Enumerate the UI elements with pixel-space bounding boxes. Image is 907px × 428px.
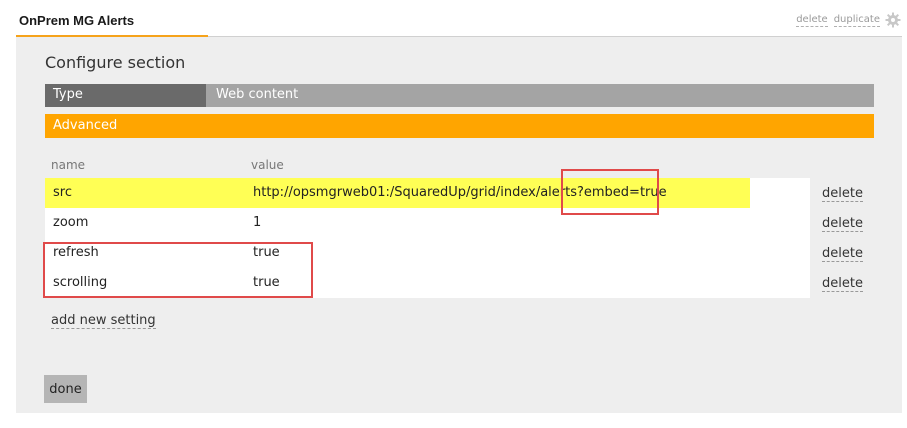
- title-tab: OnPrem MG Alerts: [16, 0, 208, 37]
- setting-row-scrolling: scrolling true: [45, 268, 810, 298]
- add-new-setting-link[interactable]: add new setting: [51, 313, 156, 329]
- setting-name[interactable]: zoom: [53, 215, 88, 230]
- delete-setting-refresh-link[interactable]: delete: [822, 246, 863, 262]
- configure-title: Configure section: [45, 53, 186, 72]
- type-value: Web content: [216, 87, 299, 102]
- setting-value[interactable]: true: [253, 245, 280, 260]
- type-label: Type: [45, 84, 206, 107]
- setting-name[interactable]: scrolling: [53, 275, 107, 290]
- delete-setting-zoom-link[interactable]: delete: [822, 216, 863, 232]
- header-actions: delete duplicate: [796, 14, 880, 27]
- type-row[interactable]: Type Web content: [45, 84, 874, 107]
- setting-row-zoom: zoom 1: [45, 208, 810, 238]
- section-header: OnPrem MG Alerts delete duplicate: [16, 0, 902, 37]
- delete-setting-src-link[interactable]: delete: [822, 186, 863, 202]
- configure-panel: Configure section Type Web content Advan…: [16, 37, 902, 413]
- column-header-value: value: [251, 158, 284, 172]
- column-header-name: name: [51, 158, 86, 172]
- settings-table: src http://opsmgrweb01:/SquaredUp/grid/i…: [45, 178, 810, 298]
- setting-value[interactable]: 1: [253, 215, 261, 230]
- setting-row-refresh: refresh true: [45, 238, 810, 268]
- setting-value[interactable]: true: [253, 275, 280, 290]
- highlight-name: [45, 178, 245, 208]
- setting-value[interactable]: http://opsmgrweb01:/SquaredUp/grid/index…: [253, 185, 667, 200]
- app: OnPrem MG Alerts delete duplicate Config…: [0, 0, 907, 428]
- delete-section-link[interactable]: delete: [796, 14, 828, 27]
- gear-icon[interactable]: [885, 12, 901, 28]
- setting-name[interactable]: src: [53, 185, 72, 200]
- advanced-toggle[interactable]: Advanced: [45, 114, 874, 138]
- setting-row-src: src http://opsmgrweb01:/SquaredUp/grid/i…: [45, 178, 810, 208]
- delete-setting-scrolling-link[interactable]: delete: [822, 276, 863, 292]
- done-button[interactable]: done: [44, 375, 87, 403]
- setting-name[interactable]: refresh: [53, 245, 99, 260]
- duplicate-section-link[interactable]: duplicate: [833, 14, 880, 27]
- section-title-text: OnPrem MG Alerts: [19, 13, 135, 28]
